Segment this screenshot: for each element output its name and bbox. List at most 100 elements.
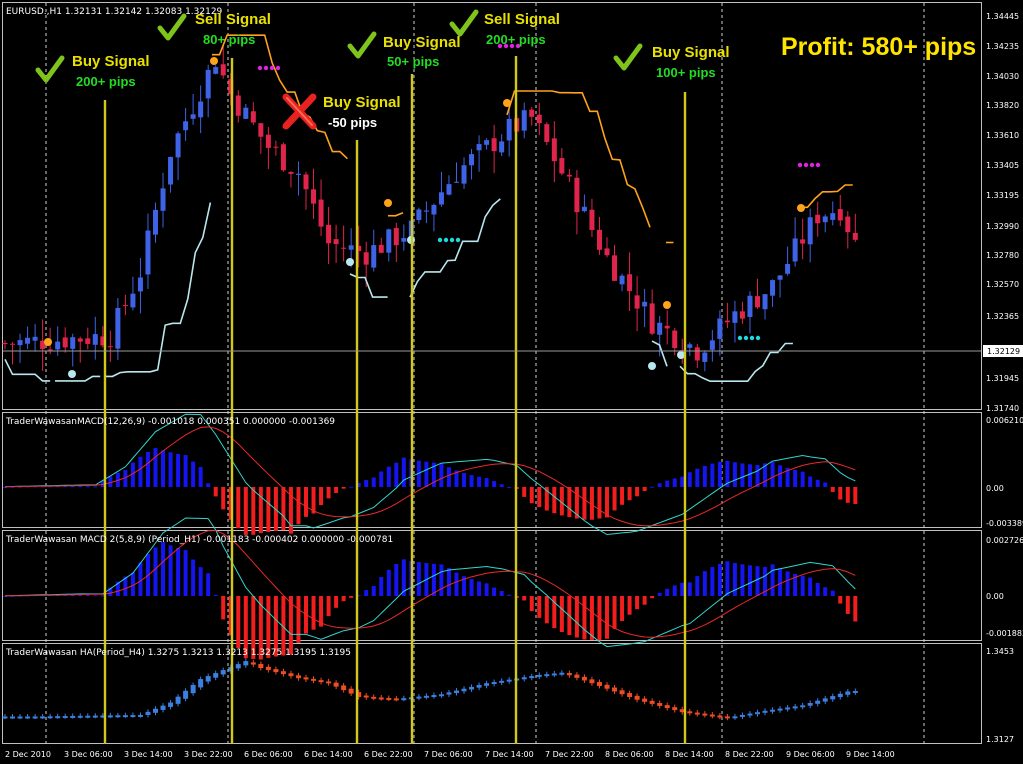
histogram-bar (341, 596, 346, 602)
histogram-bar (853, 596, 858, 622)
histogram-bar (183, 550, 188, 596)
ha-body (107, 715, 113, 718)
histogram-bar (326, 596, 331, 617)
histogram-bar (808, 476, 813, 487)
ha-body (62, 716, 68, 719)
histogram-bar (176, 548, 181, 596)
histogram-bar (687, 582, 692, 596)
arrow-marker (455, 237, 461, 243)
macd2-tick: 0.00 (986, 592, 1004, 601)
time-tick: 7 Dec 14:00 (485, 750, 534, 759)
histogram-bar (642, 596, 647, 605)
candle-body (484, 140, 490, 145)
ha-body (815, 700, 821, 704)
histogram-bar (221, 487, 226, 510)
histogram-bar (605, 487, 609, 518)
candle-body (627, 274, 633, 292)
ha-body (213, 673, 219, 678)
histogram-bar (191, 559, 196, 596)
histogram-bar (424, 461, 429, 487)
ha-body (303, 677, 309, 680)
candle-body (536, 114, 542, 124)
candle-body (657, 322, 663, 335)
signal-dot (384, 199, 392, 207)
price-tick: 1.33820 (986, 101, 1019, 110)
candle-body (386, 229, 392, 253)
histogram-bar (213, 487, 218, 497)
candle-body (431, 204, 437, 215)
histogram-bar (431, 563, 436, 596)
price-candles (2, 45, 858, 372)
time-tick: 9 Dec 06:00 (786, 750, 835, 759)
histogram-bar (635, 487, 640, 497)
ha-body (438, 694, 444, 697)
ha-axis: 1.3453 1.3127 (986, 647, 1014, 744)
arrow-marker (257, 65, 263, 71)
histogram-bar (454, 572, 459, 596)
histogram-bar (635, 596, 640, 610)
histogram-bar (747, 464, 752, 487)
histogram-bar (778, 465, 783, 487)
candle-body (363, 252, 369, 265)
ha-body (755, 712, 760, 715)
arrow-marker (437, 237, 443, 243)
price-tick: 1.34030 (986, 72, 1019, 81)
candle-body (506, 118, 512, 141)
ha-body (770, 709, 776, 712)
candle-body (303, 174, 309, 190)
histogram-bar (499, 484, 504, 487)
histogram-bar (484, 583, 489, 596)
candle-body (454, 181, 459, 183)
histogram-bar (702, 465, 707, 487)
histogram-bar (582, 487, 587, 520)
ha-body (529, 676, 535, 679)
histogram-bar (168, 452, 173, 487)
ha-tick: 1.3127 (986, 735, 1014, 744)
candle-body (551, 138, 557, 162)
ha-body (619, 690, 625, 695)
histogram-bar (191, 461, 196, 487)
ha-body (85, 715, 91, 718)
candle-body (160, 188, 166, 211)
histogram-bar (93, 595, 98, 597)
histogram-bar (830, 487, 835, 492)
histogram-bar (717, 563, 722, 596)
candle-body (145, 230, 151, 275)
histogram-bar (800, 471, 805, 487)
candle-body (220, 64, 226, 76)
ha-body (785, 707, 791, 710)
ha-body (47, 716, 53, 719)
histogram-bar (266, 487, 271, 532)
candle-body (77, 338, 83, 342)
ha-body (461, 688, 467, 692)
histogram-bar (371, 586, 376, 596)
ha-body (717, 715, 723, 718)
arrow-marker (815, 162, 821, 168)
ha-body (431, 695, 437, 698)
arrow-marker (263, 65, 269, 71)
ha-body (137, 714, 143, 717)
histogram-bar (85, 486, 90, 488)
trailing-stop-line (387, 212, 404, 217)
histogram-bar (620, 596, 625, 621)
trailing-stop-line (800, 184, 853, 209)
candle-body (687, 344, 693, 348)
histogram-bar (838, 487, 843, 500)
macd1-pane-title: TraderWawasanMACD(12,26,9) -0.001018 0.0… (5, 417, 335, 427)
histogram-bar (401, 457, 406, 487)
candle-body (280, 144, 286, 171)
time-tick: 3 Dec 06:00 (64, 750, 113, 759)
candle-body (348, 245, 354, 250)
histogram-bar (70, 486, 75, 488)
candle-body (393, 228, 399, 246)
candle-body (596, 229, 602, 250)
macd1-tick: 0.00 (986, 484, 1004, 493)
histogram-bar (537, 487, 542, 508)
signal-dot (346, 258, 354, 266)
histogram-bar (364, 590, 369, 596)
signal-label: Buy Signal (383, 34, 461, 51)
histogram-bar (304, 487, 308, 517)
signal-annotation-6: Buy Signal 100+ pips (613, 43, 730, 80)
histogram-bar (845, 487, 850, 503)
histogram-bar (416, 562, 421, 596)
